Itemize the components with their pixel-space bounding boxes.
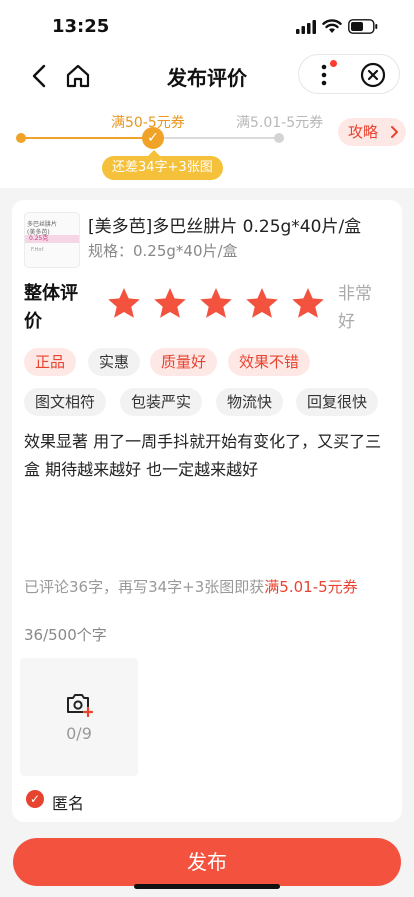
anonymous-label: 匿名: [52, 794, 85, 813]
reward-hint: 已评论36字，再写34字+3张图即获满5.01-5元券: [24, 578, 390, 596]
product-thumbnail: 多巴丝肼片 (美多芭) 0.25克 F.Hof: [24, 212, 80, 268]
back-icon[interactable]: [28, 62, 52, 90]
hint-prefix: 已评论36字，再写34字+3张图即获: [24, 578, 265, 596]
notification-dot: [330, 60, 337, 67]
status-time: 13:25: [52, 16, 110, 37]
wifi-icon: [322, 19, 342, 33]
tag-chip[interactable]: 效果不错: [228, 348, 311, 376]
progress-line-pending: [152, 137, 279, 139]
photo-upload-button[interactable]: 0/9: [20, 658, 138, 776]
reward-progress: 满50-5元券 满5.01-5元券 ✓ 还差34字+3张图 攻略: [0, 108, 414, 184]
star-icon[interactable]: [106, 286, 142, 322]
thumb-line-3: 0.25克: [25, 235, 79, 243]
tag-chip[interactable]: 质量好: [150, 348, 218, 376]
star-icon[interactable]: [290, 286, 326, 322]
status-bar: 13:25: [0, 0, 414, 48]
publish-button[interactable]: 发布: [13, 838, 401, 886]
review-textarea[interactable]: 效果显著 用了一周手抖就开始有变化了，又买了三盒 期待越来越好 也一定越来越好: [24, 428, 390, 484]
check-icon: ✓: [26, 790, 44, 808]
strategy-label: 攻略: [348, 123, 379, 141]
stage2-label: 满5.01-5元券: [236, 115, 324, 131]
tag-chip[interactable]: 物流快: [216, 388, 284, 416]
home-indicator: [134, 884, 280, 889]
tag-chip[interactable]: 正品: [24, 348, 77, 376]
tag-chip[interactable]: 回复很快: [296, 388, 379, 416]
photo-count: 0/9: [66, 724, 92, 743]
chevron-right-icon: [391, 126, 398, 138]
mini-program-capsule: [298, 54, 400, 94]
progress-end-dot: [274, 133, 284, 143]
battery-icon: [348, 19, 378, 34]
hint-highlight: 满5.01-5元券: [264, 578, 358, 596]
camera-add-icon: [67, 694, 93, 718]
rating-text: 非常好: [338, 284, 372, 332]
nav-bar: 发布评价: [0, 52, 414, 100]
star-icon[interactable]: [152, 286, 188, 322]
more-icon[interactable]: [315, 63, 333, 87]
product-title: [美多芭]多巴丝肼片 0.25g*40片/盒: [88, 217, 362, 237]
progress-start-dot: [16, 133, 26, 143]
strategy-button[interactable]: 攻略: [338, 118, 406, 146]
review-card: 多巴丝肼片 (美多芭) 0.25克 F.Hof [美多芭]多巴丝肼片 0.25g…: [12, 200, 402, 822]
thumb-line-4: F.Hof: [31, 247, 44, 253]
star-icon[interactable]: [198, 286, 234, 322]
home-icon[interactable]: [64, 62, 92, 90]
signal-icon: [296, 20, 316, 34]
star-icon[interactable]: [244, 286, 280, 322]
close-icon[interactable]: [360, 62, 386, 88]
progress-line-done: [21, 137, 152, 139]
char-count: 36/500个字: [24, 626, 107, 644]
tag-chip[interactable]: 包装严实: [120, 388, 203, 416]
tag-chip[interactable]: 实惠: [88, 348, 141, 376]
remaining-pill: 还差34字+3张图: [102, 156, 223, 180]
star-rating[interactable]: [106, 286, 328, 322]
rating-label: 整体评价: [24, 283, 78, 332]
tag-chip[interactable]: 图文相符: [24, 388, 107, 416]
check-icon: ✓: [142, 127, 164, 149]
product-spec: 规格：0.25g*40片/盒: [88, 242, 238, 260]
